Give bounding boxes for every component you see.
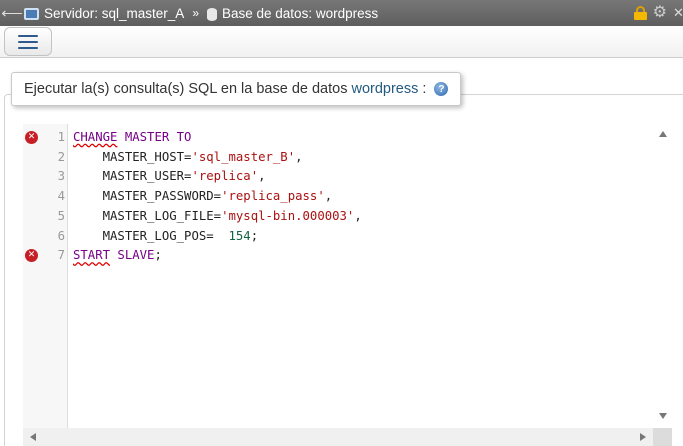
top-navigation-bar: ⟵ Servidor: sql_master_A » Base de datos… xyxy=(0,0,683,26)
gear-icon[interactable]: ⚙ xyxy=(653,5,667,21)
lock-icon[interactable] xyxy=(633,6,647,20)
code-token: MASTER_USER= xyxy=(73,169,192,184)
code-text[interactable]: CHANGE MASTER TO xyxy=(73,130,191,144)
code-line[interactable]: 4 MASTER_PASSWORD='replica_pass', xyxy=(23,186,663,206)
sql-editor[interactable]: ✕ 1 CHANGE MASTER TO 2 MASTER_HOST='sql_mas… xyxy=(23,124,672,446)
code-text[interactable]: MASTER_LOG_POS= 154; xyxy=(73,228,259,243)
code-line[interactable]: 3 MASTER_USER='replica', xyxy=(23,166,663,186)
error-marker-icon[interactable]: ✕ xyxy=(25,248,38,262)
code-token: ; xyxy=(154,248,162,263)
scroll-right-icon[interactable] xyxy=(640,433,646,441)
code-line[interactable]: 5 MASTER_LOG_FILE='mysql-bin.000003', xyxy=(23,206,663,226)
breadcrumb-database[interactable]: Base de datos: wordpress xyxy=(207,6,378,21)
code-token: 'replica_pass' xyxy=(221,189,325,204)
code-token: , xyxy=(295,149,303,164)
breadcrumb-server[interactable]: Servidor: sql_master_A xyxy=(24,6,184,21)
database-link[interactable]: wordpress xyxy=(351,81,418,97)
arrow-left-icon[interactable]: ⟵ xyxy=(0,4,24,22)
code-token: CHANGE xyxy=(73,130,118,144)
scroll-corner xyxy=(653,428,672,446)
top-right-controls: ⚙ ✕ xyxy=(633,0,683,26)
code-text[interactable]: MASTER_USER='replica', xyxy=(73,169,266,183)
sql-query-legend: Ejecutar la(s) consulta(s) SQL en la bas… xyxy=(11,72,462,106)
legend-colon: : xyxy=(422,81,427,97)
line-number: 3 xyxy=(57,169,65,184)
hamburger-icon xyxy=(18,34,38,37)
code-line[interactable]: ✕ 7 START SLAVE; xyxy=(23,245,663,265)
horizontal-scrollbar[interactable] xyxy=(23,428,672,446)
menu-toggle-button[interactable] xyxy=(4,27,52,56)
code-text[interactable]: START SLAVE; xyxy=(73,248,162,262)
code-token: 'mysql-bin.000003' xyxy=(221,208,355,223)
line-number: 4 xyxy=(57,189,65,204)
code-token: MASTER_LOG_POS= xyxy=(73,228,229,243)
breadcrumb-database-label[interactable]: Base de datos: wordpress xyxy=(222,6,378,21)
code-line[interactable]: ✕ 1 CHANGE MASTER TO xyxy=(23,127,663,147)
line-number: 1 xyxy=(57,130,65,144)
hamburger-icon-bar xyxy=(18,40,38,43)
code-token: 'replica' xyxy=(191,169,259,184)
scroll-down-icon[interactable] xyxy=(659,413,667,419)
legend-text: Ejecutar la(s) consulta(s) SQL en la bas… xyxy=(24,81,348,97)
line-number: 6 xyxy=(57,228,65,243)
help-icon[interactable]: ? xyxy=(434,82,449,96)
code-token: MASTER_HOST= xyxy=(73,149,192,164)
code-token: MASTER_PASSWORD= xyxy=(73,189,222,204)
code-text[interactable]: MASTER_LOG_FILE='mysql-bin.000003', xyxy=(73,209,362,223)
code-token: , xyxy=(354,208,362,223)
line-number: 7 xyxy=(57,248,65,263)
menu-bar xyxy=(0,26,683,58)
close-icon[interactable]: ✕ xyxy=(673,5,683,21)
scroll-left-icon[interactable] xyxy=(30,433,36,441)
code-text[interactable]: MASTER_PASSWORD='replica_pass', xyxy=(73,189,333,204)
code-token: , xyxy=(258,169,266,184)
code-token: MASTER_LOG_FILE= xyxy=(73,208,222,223)
code-token: 'sql_master_B' xyxy=(191,149,296,164)
line-number: 2 xyxy=(57,149,65,164)
database-icon xyxy=(207,7,217,21)
code-text[interactable]: MASTER_HOST='sql_master_B', xyxy=(73,150,303,164)
code-token: START xyxy=(73,248,111,263)
code-token: 154 xyxy=(228,228,251,243)
vertical-scrollbar[interactable] xyxy=(653,124,672,428)
line-number: 5 xyxy=(57,208,65,223)
code-token: ; xyxy=(250,228,259,243)
breadcrumb-server-label[interactable]: Servidor: sql_master_A xyxy=(44,6,184,21)
scroll-up-icon[interactable] xyxy=(659,131,667,137)
error-marker-icon[interactable]: ✕ xyxy=(25,130,38,144)
code-line[interactable]: 6 MASTER_LOG_POS= 154; xyxy=(23,226,663,246)
code-line[interactable]: 2 MASTER_HOST='sql_master_B', xyxy=(23,147,663,167)
hamburger-icon-bar xyxy=(18,46,38,49)
code-token: , xyxy=(324,189,333,204)
code-token: SLAVE xyxy=(110,248,155,263)
server-icon xyxy=(24,8,39,20)
code-token: MASTER TO xyxy=(117,130,192,144)
breadcrumb-separator: » xyxy=(192,6,199,20)
